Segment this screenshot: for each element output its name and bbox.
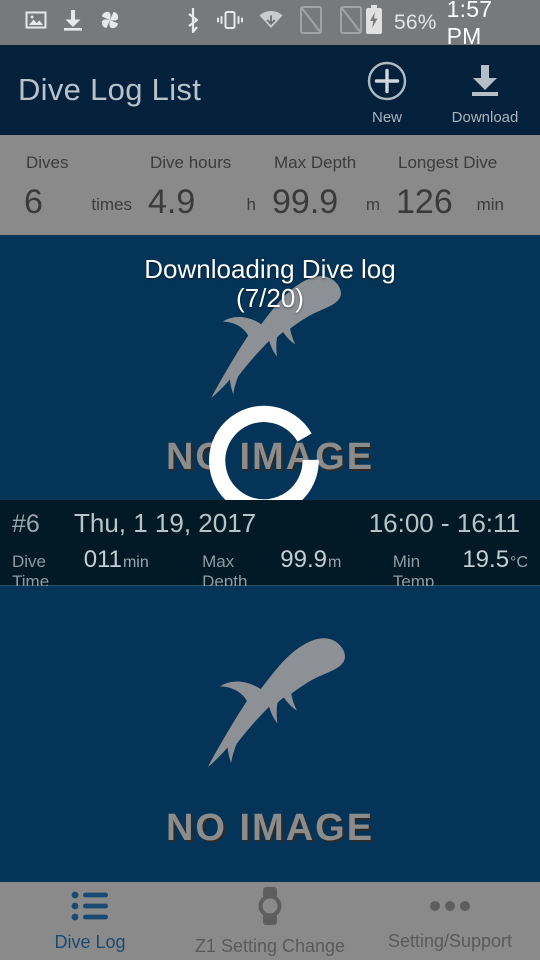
min-temp-value: 19.5 [462,546,510,573]
stats-bar: Dives 6 times Dive hours 4.9 h Max Depth… [0,135,540,235]
bottom-navigation: Dive Log Z1 Setting Change Setting/Suppo… [0,882,540,960]
download-progress-count: (7/20) [236,283,304,313]
dive-log-entry-details[interactable]: #6 Thu, 1 19, 2017 16:00 - 16:11 Dive Ti… [0,500,540,591]
nav-item-z1-setting-change[interactable]: Z1 Setting Change [180,886,360,957]
new-button-label: New [371,109,402,126]
watch-icon [250,886,290,931]
stat-label: Dives [26,153,69,172]
status-bar-clock: 1:57 PM [446,0,493,49]
no-image-text: NO IMAGE [165,807,375,849]
sim-off-icon-2 [338,5,364,40]
nav-item-setting-support[interactable]: Setting/Support [360,891,540,952]
stat-value: 6 [24,183,43,221]
nav-label-dive-log: Dive Log [54,931,126,952]
plus-circle-icon [366,60,408,107]
dive-log-card-next[interactable]: NO IMAGE [0,586,540,881]
stat-value: 99.9 [272,183,339,221]
battery-percent: 56% [394,10,437,34]
stat-unit: times [91,195,132,214]
app-screen: 56% 1:57 PM Dive Log List New Download D… [0,0,540,960]
download-button[interactable]: Download [448,60,522,126]
download-status-text: Downloading Dive log (7/20) [144,255,395,313]
entry-number: #6 [12,510,40,538]
wifi-icon [258,9,284,36]
dive-log-card-downloading[interactable]: NO IMAGE Downloading Dive log (7/20) [0,235,540,500]
nav-label-z1-setting-change: Z1 Setting Change [194,935,346,956]
new-button[interactable]: New [350,60,424,126]
stat-longest-dive: Longest Dive 126 min [394,149,518,221]
status-bar-left-icons [24,8,122,37]
list-icon [70,890,110,927]
nav-label-setting-support: Setting/Support [387,930,513,951]
status-bar-right: 56% 1:57 PM [364,0,524,50]
image-icon [24,8,48,37]
more-dots-icon [427,891,473,926]
loading-spinner-icon [209,403,331,500]
sim-off-icon [298,5,324,40]
stat-label: Longest Dive [398,153,498,172]
entry-time-range: 16:00 - 16:11 [368,508,520,538]
download-progress-overlay: Downloading Dive log (7/20) [0,235,540,500]
download-icon [62,8,84,37]
no-image-placeholder-2: NO IMAGE [0,586,540,881]
max-depth-value: 99.9 [280,546,327,573]
entry-header-row: #6 Thu, 1 19, 2017 16:00 - 16:11 [12,508,528,544]
max-depth-unit: m [327,554,342,571]
header-actions: New Download [350,54,522,126]
dive-time-unit: min [122,554,149,571]
pinwheel-icon [98,8,122,37]
stat-dive-hours: Dive hours 4.9 h [146,149,270,221]
download-arrow-icon [464,60,506,107]
app-header: Dive Log List New Download [0,45,540,135]
stat-unit: min [476,195,504,214]
stat-label: Dive hours [150,153,232,172]
min-temp-unit: °C [510,554,528,571]
vibrate-icon [216,8,244,37]
stat-unit: m [365,195,380,214]
nav-item-dive-log[interactable]: Dive Log [0,890,180,953]
stat-dives: Dives 6 times [22,149,146,221]
stat-unit: h [246,195,256,214]
stat-max-depth: Max Depth 99.9 m [270,149,394,221]
download-button-label: Download [451,109,519,126]
stat-value: 4.9 [148,183,196,221]
dolphin-icon [175,617,365,807]
stat-label: Max Depth [274,153,357,172]
battery-charging-icon [364,5,384,40]
bluetooth-icon [184,7,202,38]
entry-date: Thu, 1 19, 2017 [74,508,257,538]
page-title: Dive Log List [18,72,202,107]
dive-time-value: 011 [83,546,122,573]
status-bar-system-icons [184,5,364,40]
status-bar: 56% 1:57 PM [0,0,540,49]
download-title-line1: Downloading Dive log [144,254,396,284]
stat-value: 126 [396,183,453,221]
